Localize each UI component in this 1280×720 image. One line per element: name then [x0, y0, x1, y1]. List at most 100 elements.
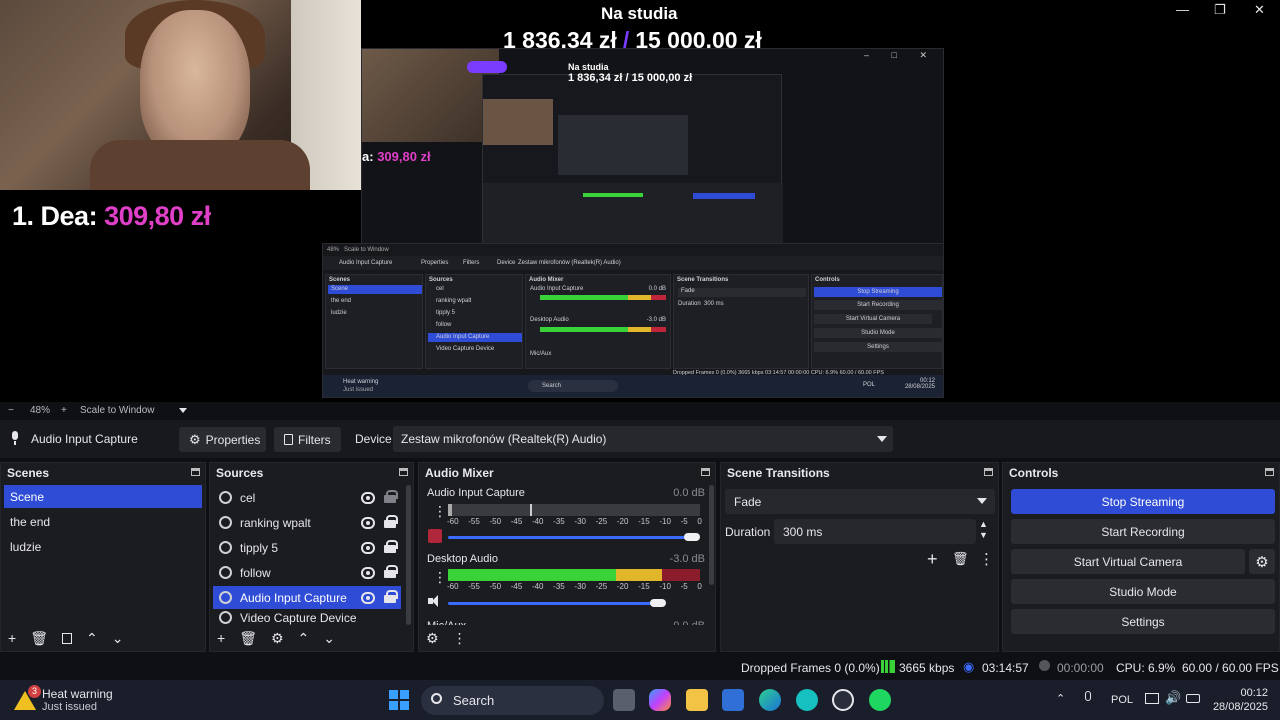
- visibility-eye-icon[interactable]: [361, 567, 375, 579]
- lock-icon[interactable]: [384, 490, 398, 503]
- mini-filters: Filters: [463, 260, 480, 266]
- chevron-up-icon[interactable]: ⌃: [1056, 692, 1065, 705]
- lock-icon[interactable]: [384, 540, 398, 553]
- volume-slider[interactable]: [448, 602, 662, 605]
- duration-stepper[interactable]: ▲ ▼: [979, 519, 988, 541]
- move-down-icon[interactable]: ⌄: [112, 630, 124, 647]
- kebab-menu-icon[interactable]: ⋮: [433, 570, 447, 584]
- warning-icon[interactable]: 3: [14, 685, 41, 711]
- cpu-usage: CPU: 6.9%: [1116, 661, 1176, 675]
- trash-icon[interactable]: 🗑: [239, 630, 257, 647]
- preview-canvas[interactable]: Na studia 1 836,34 zł/15 000,00 zł 1. De…: [0, 0, 1280, 402]
- zoom-in-button[interactable]: +: [61, 405, 67, 416]
- maximize-button[interactable]: ❐: [1214, 2, 1226, 18]
- nested-donor-amount: 309,80 zł: [377, 149, 431, 164]
- nested-webcam-2: [483, 99, 553, 145]
- bitrate: 3665 kbps: [899, 661, 955, 675]
- spotify-icon[interactable]: [869, 689, 891, 711]
- start-virtual-camera-button[interactable]: Start Virtual Camera: [1011, 549, 1245, 574]
- undock-icon[interactable]: [984, 468, 993, 476]
- volume-slider[interactable]: [448, 536, 693, 539]
- source-item[interactable]: Video Capture Device: [213, 611, 401, 625]
- studio-mode-button[interactable]: Studio Mode: [1011, 579, 1275, 604]
- sources-scrollbar[interactable]: [406, 485, 411, 625]
- start-recording-button[interactable]: Start Recording: [1011, 519, 1275, 544]
- zoom-out-button[interactable]: −: [8, 405, 14, 416]
- clock-date[interactable]: 28/08/2025: [1210, 701, 1268, 713]
- scene-item[interactable]: Scene: [4, 485, 202, 508]
- stop-streaming-button[interactable]: Stop Streaming: [1011, 489, 1275, 514]
- source-type-icon: [219, 491, 232, 504]
- mute-speaker-icon[interactable]: [428, 529, 442, 543]
- meter-tick-label: -35: [553, 517, 565, 526]
- copilot-icon[interactable]: [649, 689, 671, 711]
- lock-icon[interactable]: [384, 590, 398, 603]
- chevron-down-icon[interactable]: [179, 408, 187, 413]
- obs-icon[interactable]: [832, 689, 854, 711]
- network-icon[interactable]: [1145, 693, 1159, 704]
- task-view-icon[interactable]: [613, 689, 635, 711]
- gear-icon[interactable]: ⚙: [271, 630, 284, 647]
- filters-button[interactable]: Filters: [274, 427, 341, 452]
- minimize-button[interactable]: —: [1176, 2, 1189, 17]
- volume-slider-knob[interactable]: [650, 599, 666, 607]
- edge-icon[interactable]: [759, 689, 781, 711]
- settings-button[interactable]: Settings: [1011, 609, 1275, 634]
- duration-input[interactable]: 300 ms: [774, 519, 976, 544]
- visibility-eye-icon[interactable]: [361, 542, 375, 554]
- clock-time[interactable]: 00:12: [1240, 687, 1268, 699]
- move-up-icon[interactable]: ⌃: [86, 630, 98, 647]
- windows-start-icon[interactable]: [389, 690, 409, 710]
- undock-icon[interactable]: [399, 468, 408, 476]
- scene-item[interactable]: the end: [4, 510, 202, 533]
- meter-tick-label: -35: [553, 582, 565, 591]
- meter-tick-label: -5: [680, 582, 688, 591]
- scale-mode[interactable]: Scale to Window: [80, 405, 154, 416]
- add-transition-icon[interactable]: +: [927, 549, 938, 570]
- volume-icon[interactable]: 🔊: [1165, 690, 1181, 706]
- mini-sources: Sources cel ranking wpalt tipply 5 follo…: [425, 274, 523, 369]
- volume-slider-knob[interactable]: [684, 533, 700, 541]
- zoom-value: 48%: [30, 405, 51, 416]
- microphone-icon[interactable]: [1083, 691, 1093, 707]
- lock-icon[interactable]: [384, 515, 398, 528]
- file-explorer-icon[interactable]: [686, 689, 708, 711]
- kebab-menu-icon[interactable]: ⋮: [453, 630, 467, 647]
- undock-icon[interactable]: [191, 468, 200, 476]
- kebab-menu-icon[interactable]: ⋮: [979, 550, 994, 568]
- undock-icon[interactable]: [1265, 468, 1274, 476]
- speaker-icon[interactable]: [428, 594, 442, 608]
- mixer-scrollbar[interactable]: [709, 485, 714, 585]
- gear-icon[interactable]: ⚙: [426, 630, 439, 647]
- move-up-icon[interactable]: ⌃: [298, 630, 310, 647]
- kebab-menu-icon[interactable]: ⋮: [433, 504, 447, 518]
- add-icon[interactable]: +: [217, 630, 225, 646]
- add-icon[interactable]: +: [8, 630, 16, 646]
- app-icon[interactable]: [796, 689, 818, 711]
- taskbar-search[interactable]: Search: [421, 686, 604, 715]
- battery-icon[interactable]: [1186, 694, 1200, 703]
- meter-tick-label: -25: [595, 517, 608, 526]
- visibility-eye-icon[interactable]: [361, 517, 375, 529]
- lock-icon[interactable]: [384, 565, 398, 578]
- filter-icon[interactable]: [61, 632, 72, 644]
- visibility-eye-icon[interactable]: [361, 592, 375, 604]
- scene-item[interactable]: ludzie: [4, 535, 202, 558]
- language-indicator[interactable]: POL: [1111, 694, 1133, 706]
- trash-icon[interactable]: 🗑: [952, 551, 969, 567]
- move-down-icon[interactable]: ⌄: [323, 630, 335, 647]
- mixer-channel-db: -3.0 dB: [669, 553, 705, 565]
- transition-select[interactable]: Fade: [725, 489, 995, 514]
- transitions-title: Scene Transitions: [721, 463, 998, 483]
- device-select[interactable]: Zestaw mikrofonów (Realtek(R) Audio): [393, 426, 893, 452]
- mini-source-name: Audio Input Capture: [339, 260, 393, 266]
- properties-button[interactable]: ⚙ Properties: [179, 427, 266, 452]
- trash-icon[interactable]: 🗑: [30, 630, 48, 647]
- gear-icon[interactable]: ⚙: [1249, 549, 1275, 574]
- visibility-eye-icon[interactable]: [361, 492, 375, 504]
- notification-title: Heat warning: [42, 687, 113, 701]
- volume-meter: [448, 569, 700, 581]
- close-button[interactable]: ✕: [1254, 2, 1265, 18]
- store-icon[interactable]: [722, 689, 744, 711]
- undock-icon[interactable]: [701, 468, 710, 476]
